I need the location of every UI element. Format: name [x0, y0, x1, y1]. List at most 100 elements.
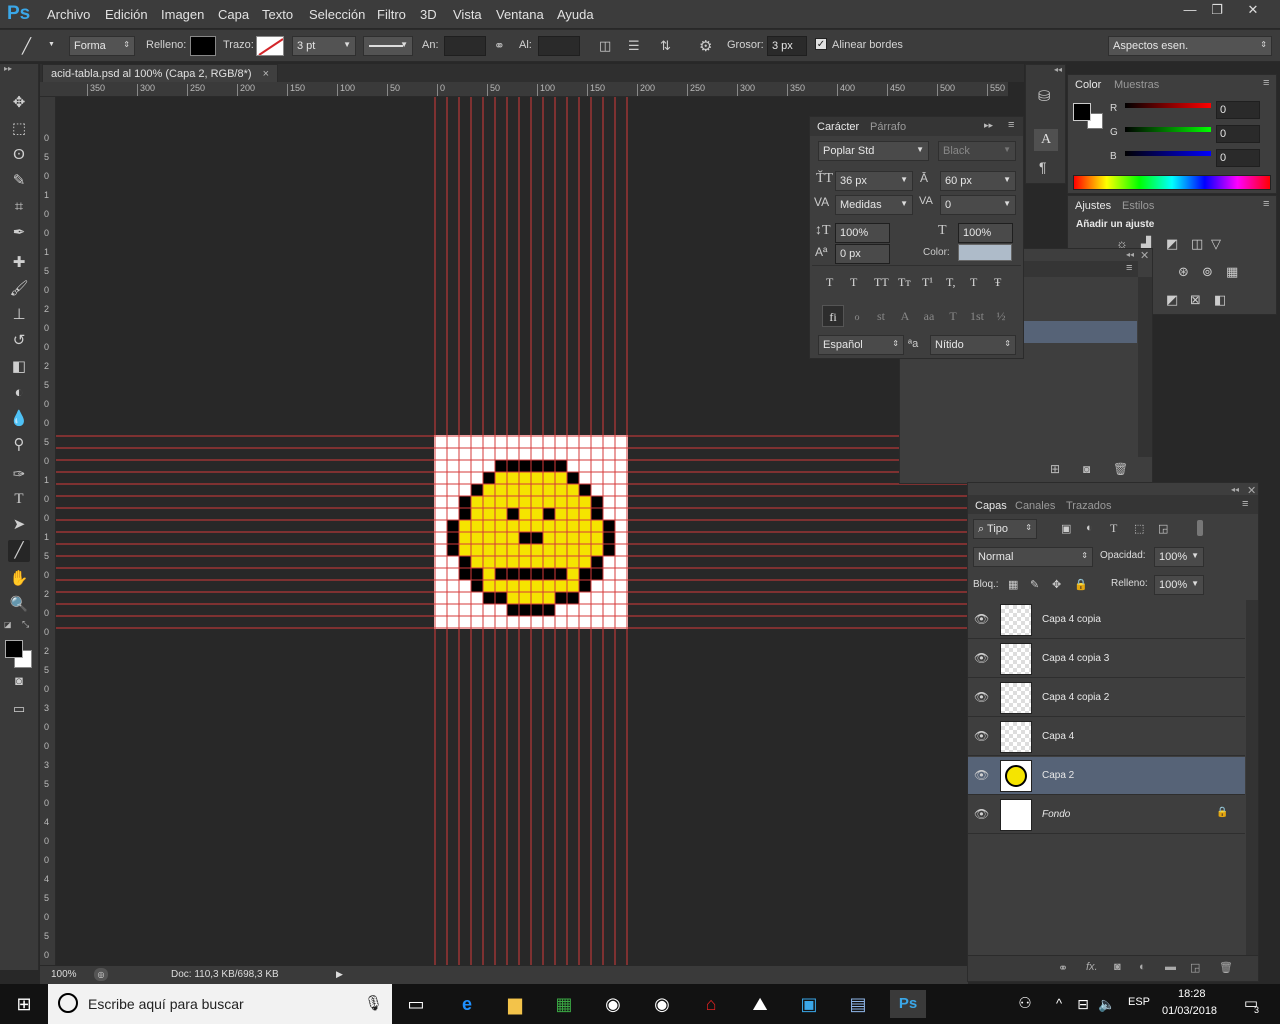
menu-filtro[interactable]: Filtro [377, 7, 406, 22]
color-lookup-icon[interactable]: ▦ [1226, 264, 1238, 280]
new-group-icon[interactable]: ▬ [1165, 961, 1176, 973]
opentype-button[interactable]: fi [822, 305, 844, 327]
path-arrangement-icon[interactable]: ⇅ [660, 38, 671, 54]
language-select[interactable]: Español ⇕ [818, 335, 904, 355]
opentype-button[interactable]: ½ [990, 305, 1012, 327]
photoshop-taskbar-icon[interactable]: Ps [890, 990, 926, 1018]
visibility-eye-icon[interactable]: 👁 [974, 651, 989, 665]
path-alignment-icon[interactable]: ☰ [628, 38, 640, 54]
stroke-width-select[interactable]: 3 pt ▼ [292, 36, 356, 56]
lock-pixels-icon[interactable]: ✎ [1030, 578, 1039, 591]
new-document-icon[interactable]: ⊞ [1050, 462, 1060, 476]
link-layers-icon[interactable]: ⚭ [1058, 961, 1068, 975]
fx-icon[interactable]: fx. [1086, 961, 1098, 973]
panel-menu-icon[interactable]: ≡ [1263, 198, 1269, 210]
tab-paragraph[interactable]: Párrafo [870, 121, 906, 133]
type-style-button[interactable]: TT [874, 275, 889, 290]
healing-brush-tool-icon[interactable]: ✚ [8, 252, 30, 274]
menu-capa[interactable]: Capa [218, 7, 249, 22]
panel-menu-icon[interactable]: ≡ [1126, 262, 1132, 274]
type-style-button[interactable]: T [970, 275, 977, 290]
input-language[interactable]: ESP [1128, 996, 1150, 1008]
tracking-select[interactable]: 0 ▼ [940, 195, 1016, 215]
character-panel-icon[interactable]: A [1034, 129, 1058, 151]
close-tab-icon[interactable]: × [263, 68, 269, 80]
filter-toggle[interactable] [1197, 520, 1203, 536]
tab-paths[interactable]: Trazados [1066, 500, 1111, 512]
eraser-tool-icon[interactable]: ◧ [8, 356, 30, 378]
menu-edicion[interactable]: Edición [105, 7, 148, 22]
expand-icon[interactable]: ▸▸ [984, 120, 993, 131]
visibility-eye-icon[interactable]: 👁 [974, 729, 989, 743]
lasso-tool-icon[interactable]: ʘ [8, 144, 30, 166]
b-value[interactable]: 0 [1216, 149, 1260, 167]
scrollbar[interactable] [1138, 277, 1152, 457]
acrobat-icon[interactable]: ⌂ [696, 990, 726, 1018]
visibility-eye-icon[interactable]: 👁 [974, 612, 989, 626]
visibility-eye-icon[interactable]: 👁 [974, 807, 989, 821]
history-brush-tool-icon[interactable]: ↺ [8, 330, 30, 352]
edge-icon[interactable]: e [452, 990, 482, 1018]
opentype-button[interactable]: T [942, 305, 964, 327]
type-style-button[interactable]: T, [946, 275, 955, 290]
share-icon[interactable]: ◎ [94, 968, 108, 981]
tab-color[interactable]: Color [1075, 79, 1101, 91]
restore-button[interactable]: ❐ [1203, 2, 1231, 18]
threshold-icon[interactable]: ◧ [1214, 292, 1226, 308]
layer-row[interactable]: 👁 Capa 4 copia 3 [968, 640, 1245, 678]
swap-colors-icon[interactable]: ⤡ [22, 619, 29, 630]
tool-preset-chevron-icon[interactable]: ▼ [48, 41, 55, 48]
close-panel-icon[interactable]: ✕ [1140, 249, 1149, 262]
type-tool-icon[interactable]: T [8, 488, 30, 510]
history-icon[interactable]: ⛁ [1038, 87, 1051, 105]
type-filter-icon[interactable]: T [1110, 521, 1117, 536]
g-slider[interactable] [1125, 127, 1211, 132]
r-value[interactable]: 0 [1216, 101, 1260, 119]
b-slider[interactable] [1125, 151, 1211, 156]
shape-mode-select[interactable]: Forma ⇕ [69, 36, 135, 56]
windows-start-icon[interactable]: ⊞ [9, 990, 39, 1018]
smart-object-filter-icon[interactable]: ◲ [1158, 522, 1168, 535]
path-selection-tool-icon[interactable]: ➤ [8, 514, 30, 536]
move-tool-icon[interactable]: ✥ [8, 92, 30, 114]
workspace-select[interactable]: Aspectos esen. ⇕ [1108, 36, 1272, 56]
spreadsheet-app-icon[interactable]: ▦ [549, 990, 579, 1018]
menu-ventana[interactable]: Ventana [496, 7, 544, 22]
clock-date[interactable]: 01/03/2018 [1162, 1005, 1217, 1017]
opentype-button[interactable]: 1st [966, 305, 988, 327]
panel-menu-icon[interactable]: ≡ [1263, 77, 1269, 89]
zoom-level[interactable]: 100% [51, 969, 77, 980]
collapse-icon[interactable]: ◂◂ [1126, 250, 1134, 259]
document-tab[interactable]: acid-tabla.psd al 100% (Capa 2, RGB/8*) … [42, 64, 279, 82]
status-menu-arrow-icon[interactable]: ▶ [336, 969, 343, 980]
hand-tool-icon[interactable]: ✋ [8, 568, 30, 590]
eyedropper-tool-icon[interactable]: ✒ [8, 222, 30, 244]
vertical-scale-field[interactable]: 100% [835, 223, 890, 243]
color-ramp[interactable] [1073, 175, 1271, 190]
lock-all-icon[interactable]: 🔒 [1074, 578, 1088, 591]
paint-bucket-tool-icon[interactable]: ◐ [8, 382, 30, 404]
layer-row[interactable]: 👁 Capa 4 copia [968, 601, 1245, 639]
menu-imagen[interactable]: Imagen [161, 7, 204, 22]
g-value[interactable]: 0 [1216, 125, 1260, 143]
layer-row[interactable]: 👁 Capa 4 [968, 718, 1245, 756]
default-colors-icon[interactable]: ◪ [4, 620, 12, 629]
lock-position-icon[interactable]: ✥ [1052, 578, 1061, 591]
layer-row[interactable]: 👁 Capa 4 copia 2 [968, 679, 1245, 717]
tab-layers[interactable]: Capas [975, 500, 1007, 512]
search-box[interactable]: Escribe aquí para buscar 🎙 [48, 984, 392, 1024]
dodge-tool-icon[interactable]: ⚲ [8, 434, 30, 456]
weight-field[interactable]: 3 px [767, 36, 807, 56]
blur-tool-icon[interactable]: 💧 [8, 408, 30, 430]
opacity-select[interactable]: 100% ▼ [1154, 547, 1204, 567]
marquee-tool-icon[interactable]: ⬚ [8, 118, 30, 140]
pixel-filter-icon[interactable]: ▣ [1061, 522, 1071, 535]
add-mask-icon[interactable]: ◙ [1114, 961, 1121, 973]
type-style-button[interactable]: Ŧ [994, 275, 1001, 290]
volume-muted-icon[interactable]: 🔈 [1092, 990, 1122, 1018]
visibility-eye-icon[interactable]: 👁 [974, 768, 989, 782]
collapse-toolbox-icon[interactable]: ▸▸ [4, 64, 12, 73]
stroke-type-select[interactable]: ▼ [363, 36, 413, 56]
pen-tool-icon[interactable]: ✑ [8, 464, 30, 486]
trash-icon[interactable]: 🗑 [1219, 961, 1233, 974]
